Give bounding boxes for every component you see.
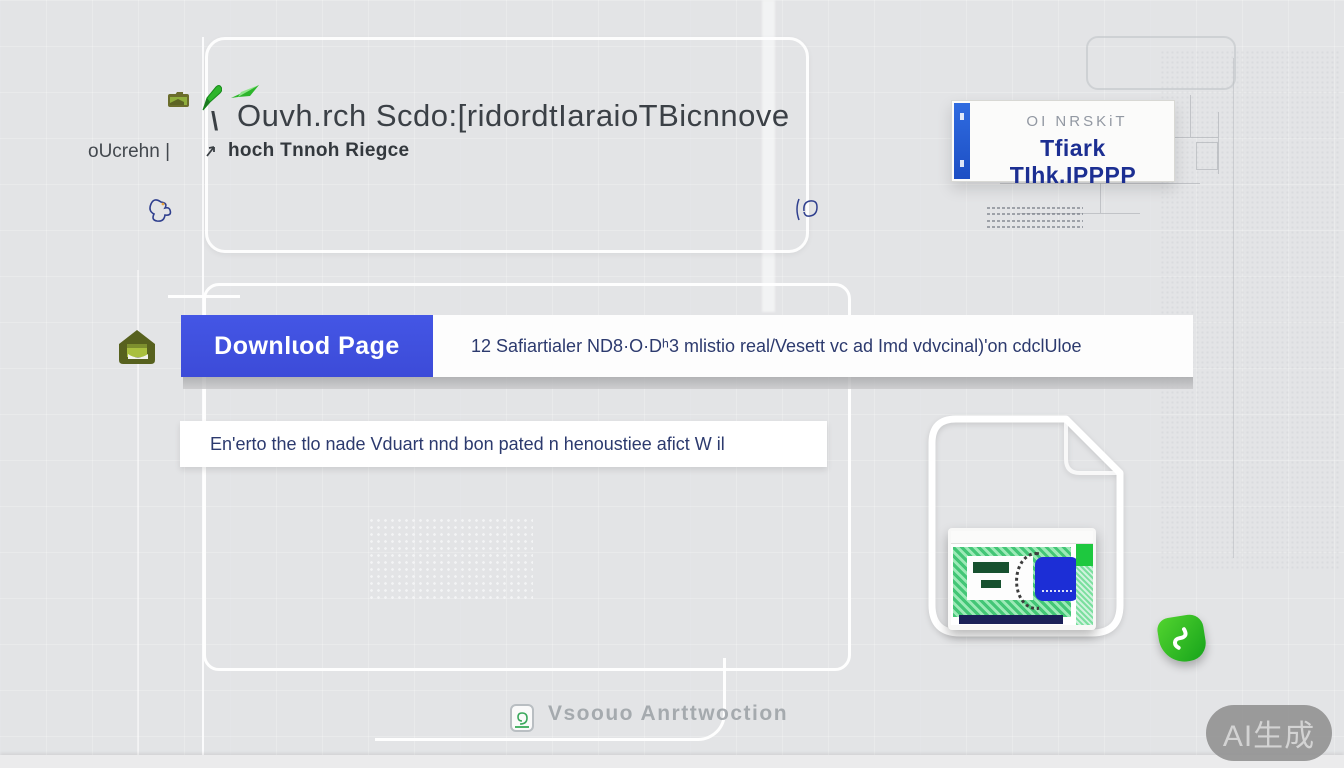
faint-outline-box bbox=[1086, 36, 1236, 90]
card-title: Tfiark TIhk.IPPPP bbox=[978, 135, 1168, 189]
info-card[interactable]: OI NRSKiT Tfiark TIhk.IPPPP bbox=[951, 100, 1175, 182]
caption-panel-outline bbox=[375, 658, 726, 741]
card-label: OI NRSKiT bbox=[992, 113, 1162, 130]
ai-generated-watermark: AI生成 bbox=[1206, 705, 1332, 761]
thumbnail-body bbox=[951, 544, 1093, 625]
download-description-bar: 12 Safiartialer ND8·O·Dʰ3 mlistio real/V… bbox=[433, 315, 1193, 377]
bottom-band bbox=[0, 755, 1344, 768]
circuit-trace bbox=[1190, 95, 1191, 137]
circuit-trace bbox=[1196, 142, 1218, 170]
loop-doodle-icon bbox=[795, 196, 819, 224]
bar-shadow bbox=[183, 377, 1193, 389]
thumbnail-blue-tile bbox=[1035, 557, 1079, 601]
page: \ Ouvh.rch Scdo:[ridordtIaraioTBicnnove … bbox=[0, 0, 1344, 768]
download-page-button[interactable]: Downlɩod Page bbox=[181, 315, 433, 377]
note-bar: En'erto the tlo nade Vduart nnd bon pate… bbox=[180, 421, 827, 467]
thumbnail-right-column bbox=[1076, 544, 1093, 625]
pencil-icon bbox=[198, 82, 222, 112]
thumbnail-footer-bar bbox=[959, 615, 1063, 624]
circuit-trace bbox=[1218, 112, 1219, 174]
folder-icon bbox=[167, 90, 190, 108]
card-accent-bar bbox=[954, 103, 970, 179]
screenshot-thumbnail bbox=[948, 528, 1096, 630]
thumbnail-bar bbox=[981, 580, 1001, 588]
backslash-mark: \ bbox=[211, 106, 218, 137]
tick-line bbox=[168, 295, 240, 298]
thumbnail-bar bbox=[973, 562, 1009, 573]
footer-caption: Vsoouo Anrttwoction bbox=[548, 702, 788, 726]
subtitle-text: hoch Tnnoh Riegce bbox=[228, 140, 409, 162]
home-icon bbox=[117, 327, 157, 367]
subtitle-left-text: oUcrehn | bbox=[88, 141, 170, 163]
spiral-icon bbox=[510, 704, 534, 732]
squiggle-badge-icon bbox=[1156, 613, 1209, 666]
fine-print-scribble bbox=[987, 202, 1083, 234]
corner-arrow-icon bbox=[205, 142, 219, 158]
dot-texture-right bbox=[1160, 50, 1340, 570]
thumbnail-titlebar bbox=[951, 531, 1093, 544]
bird-doodle-icon bbox=[146, 196, 174, 228]
page-title: Ouvh.rch Scdo:[ridordtIaraioTBicnnove bbox=[237, 98, 877, 134]
